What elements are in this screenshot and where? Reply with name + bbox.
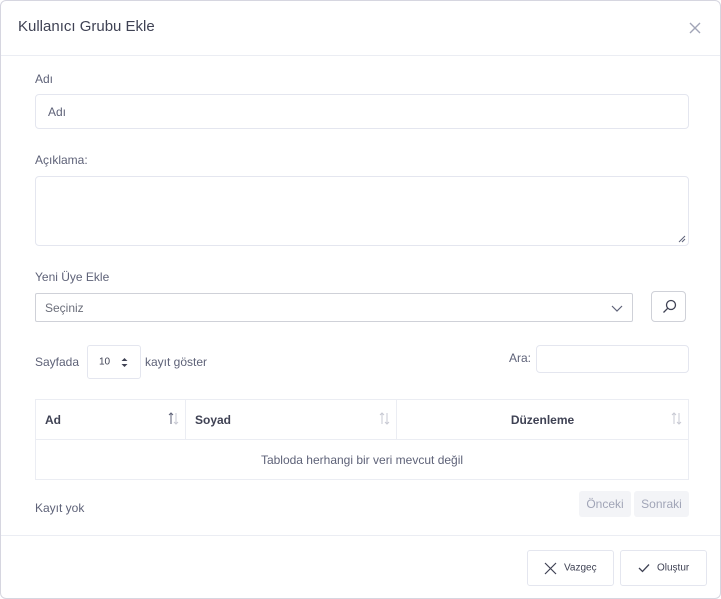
new-member-label: Yeni Üye Ekle [35,270,110,284]
table-info: Kayıt yok [35,501,85,515]
name-placeholder: Adı [48,104,67,119]
add-user-group-modal: Kullanıcı Grubu Ekle Adı Adı Açıklama: Y… [0,0,721,599]
column-header-duzenleme[interactable]: Düzenleme [396,399,689,440]
member-select[interactable]: Seçiniz [35,293,633,322]
member-search-button[interactable] [651,291,686,322]
column-label: Soyad [195,412,232,427]
empty-table-message: Tabloda herhangi bir veri mevcut değil [35,439,689,480]
search-icon [663,299,677,313]
column-header-ad[interactable]: Ad [35,399,186,440]
description-textarea[interactable] [35,176,689,246]
member-select-value: Seçiniz [45,300,84,315]
modal-footer-divider [1,535,720,536]
column-label: Ad [45,412,61,427]
sort-icon [671,412,682,425]
name-label: Adı [35,72,54,86]
page-length-value: 10 [99,356,111,368]
previous-page-button[interactable]: Önceki [579,491,631,517]
modal-title: Kullanıcı Grubu Ekle [18,18,155,35]
column-label: Düzenleme [510,412,575,427]
x-icon [544,562,557,575]
cancel-button[interactable]: Vazgeç [527,550,614,586]
name-input[interactable]: Adı [35,94,689,129]
check-icon [638,564,650,573]
sort-icon [379,412,390,425]
create-button[interactable]: Oluştur [620,550,707,586]
updown-icon [121,358,128,367]
description-label: Açıklama: [35,153,88,167]
close-icon[interactable] [688,21,702,35]
column-header-soyad[interactable]: Soyad [185,399,397,440]
next-page-button[interactable]: Sonraki [634,491,689,517]
length-prefix: Sayfada [35,355,80,369]
resize-grip-icon[interactable] [678,235,686,243]
cancel-label: Vazgeç [564,562,597,574]
chevron-down-icon [611,305,623,312]
members-table: Ad Soyad Düzenleme Tabloda herhangi bir … [35,399,689,480]
modal-header: Kullanıcı Grubu Ekle [1,1,720,56]
page-length-select[interactable]: 10 [87,345,141,379]
table-row: Tabloda herhangi bir veri mevcut değil [35,439,689,480]
table-search-input[interactable] [536,345,689,373]
sort-icon [168,412,179,425]
length-suffix: kayıt göster [145,355,208,369]
create-label: Oluştur [657,562,690,574]
table-search-label: Ara: [509,351,532,365]
